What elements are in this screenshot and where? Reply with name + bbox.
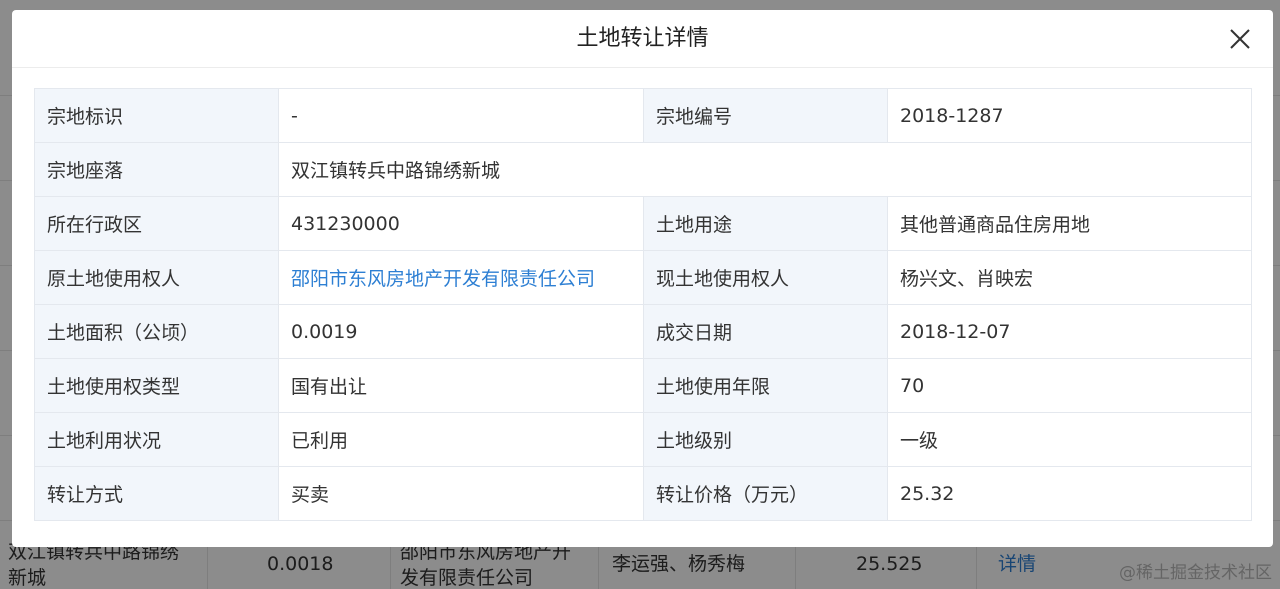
table-row: 宗地标识 - 宗地编号 2018-1287: [34, 88, 1252, 143]
value-right-type: 国有出让: [278, 358, 644, 413]
value-deal-date: 2018-12-07: [887, 304, 1252, 359]
value-use-term: 70: [887, 358, 1252, 413]
page: 双江镇转兵中路锦绣 新城 0.0018 邵阳市东风房地产开 发有限责任公司 李运…: [0, 0, 1280, 589]
close-button[interactable]: [1227, 26, 1253, 52]
detail-table: 宗地标识 - 宗地编号 2018-1287 宗地座落 双江镇转兵中路锦绣新城 所…: [34, 88, 1252, 521]
label-deal-date: 成交日期: [643, 304, 888, 359]
dialog-header: 土地转让详情: [12, 10, 1273, 68]
table-row: 土地面积（公顷） 0.0019 成交日期 2018-12-07: [34, 304, 1252, 359]
land-transfer-detail-dialog: 土地转让详情 宗地标识 - 宗地编号 2018-1287 宗地座落 双江镇转兵中…: [12, 10, 1273, 547]
label-right-type: 土地使用权类型: [34, 358, 279, 413]
value-transfer-price: 25.32: [887, 466, 1252, 521]
label-admin-region: 所在行政区: [34, 196, 279, 251]
value-utilization-status: 已利用: [278, 412, 644, 467]
value-original-owner-link[interactable]: 邵阳市东风房地产开发有限责任公司: [278, 250, 644, 305]
value-land-area: 0.0019: [278, 304, 644, 359]
label-original-owner: 原土地使用权人: [34, 250, 279, 305]
label-transfer-price: 转让价格（万元）: [643, 466, 888, 521]
table-row: 原土地使用权人 邵阳市东风房地产开发有限责任公司 现土地使用权人 杨兴文、肖映宏: [34, 250, 1252, 305]
value-land-use: 其他普通商品住房用地: [887, 196, 1252, 251]
label-land-grade: 土地级别: [643, 412, 888, 467]
value-admin-region: 431230000: [278, 196, 644, 251]
label-current-owner: 现土地使用权人: [643, 250, 888, 305]
table-row: 所在行政区 431230000 土地用途 其他普通商品住房用地: [34, 196, 1252, 251]
value-parcel-id: -: [278, 88, 644, 143]
table-row: 宗地座落 双江镇转兵中路锦绣新城: [34, 142, 1252, 197]
value-transfer-method: 买卖: [278, 466, 644, 521]
label-transfer-method: 转让方式: [34, 466, 279, 521]
dialog-title: 土地转让详情: [576, 26, 709, 51]
value-current-owner: 杨兴文、肖映宏: [887, 250, 1252, 305]
table-row: 土地使用权类型 国有出让 土地使用年限 70: [34, 358, 1252, 413]
label-parcel-location: 宗地座落: [34, 142, 279, 197]
label-parcel-number: 宗地编号: [643, 88, 888, 143]
label-land-use: 土地用途: [643, 196, 888, 251]
table-row: 转让方式 买卖 转让价格（万元） 25.32: [34, 466, 1252, 521]
label-utilization-status: 土地利用状况: [34, 412, 279, 467]
label-parcel-id: 宗地标识: [34, 88, 279, 143]
label-use-term: 土地使用年限: [643, 358, 888, 413]
label-land-area: 土地面积（公顷）: [34, 304, 279, 359]
table-row: 土地利用状况 已利用 土地级别 一级: [34, 412, 1252, 467]
close-icon: [1230, 29, 1250, 49]
value-parcel-location: 双江镇转兵中路锦绣新城: [278, 142, 1252, 197]
value-parcel-number: 2018-1287: [887, 88, 1252, 143]
value-land-grade: 一级: [887, 412, 1252, 467]
